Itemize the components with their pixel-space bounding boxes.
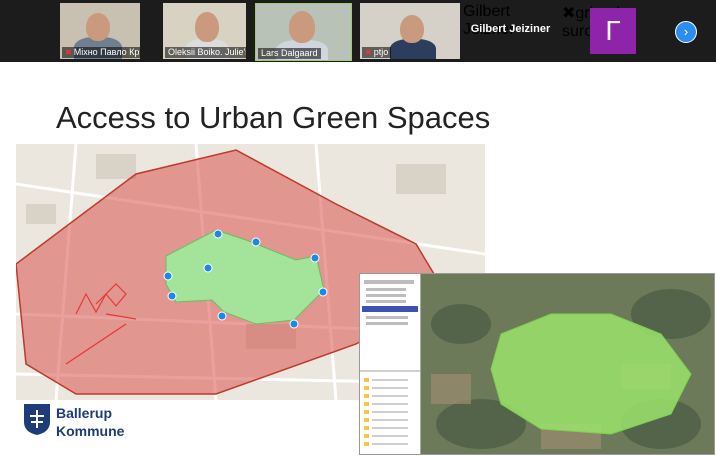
participant-tile[interactable]: Gilbert Jeiziner Gilbert Jeizner xyxy=(463,3,558,59)
participant-tile-active[interactable]: Lars Dalgaard xyxy=(255,3,352,61)
layers-panel xyxy=(360,274,421,454)
ballerup-kommune-logo: Ballerup Kommune xyxy=(22,402,124,441)
logo-wordmark: Ballerup Kommune xyxy=(56,404,124,440)
participant-face xyxy=(195,12,219,42)
layers-panel-graphic xyxy=(360,280,420,446)
muted-mic-icon: ✖ xyxy=(365,48,372,57)
muted-mic-icon: ✖ xyxy=(65,48,72,57)
participant-name-label: ✖ ptjo xyxy=(362,47,392,58)
participant-tile[interactable]: ✖ ptjo xyxy=(360,3,460,59)
participant-face xyxy=(289,11,315,43)
participant-face xyxy=(86,13,110,41)
coat-of-arms-icon xyxy=(24,404,50,435)
avatar: Г xyxy=(590,8,636,54)
participant-tile[interactable]: Oleksii Boiko. Julie's Data xyxy=(163,3,246,59)
qgis-map-window xyxy=(359,273,715,455)
muted-mic-icon: ✖ xyxy=(562,5,576,22)
participant-display-name: Gilbert Jeiziner xyxy=(470,23,551,35)
participant-tile[interactable]: ✖Міхно Павло КрНУ xyxy=(60,3,140,59)
shared-slide: Access to Urban Green Spaces Ballerup Ko… xyxy=(0,62,716,456)
logo-line-2: Kommune xyxy=(56,423,125,439)
participant-name-label: Oleksii Boiko. Julie's Data xyxy=(165,47,246,58)
chevron-right-icon: › xyxy=(683,24,689,39)
participant-name-label: Lars Dalgaard xyxy=(258,48,321,59)
next-page-button[interactable]: › xyxy=(675,21,697,43)
satellite-map xyxy=(421,274,714,454)
video-participants-bar: ✖Міхно Павло КрНУ Oleksii Boiko. Julie's… xyxy=(0,0,716,62)
logo-line-1: Ballerup xyxy=(56,405,113,421)
participant-name-label: ✖Міхно Павло КрНУ xyxy=(62,47,140,58)
slide-title: Access to Urban Green Spaces xyxy=(56,100,491,135)
participant-face xyxy=(400,15,424,43)
